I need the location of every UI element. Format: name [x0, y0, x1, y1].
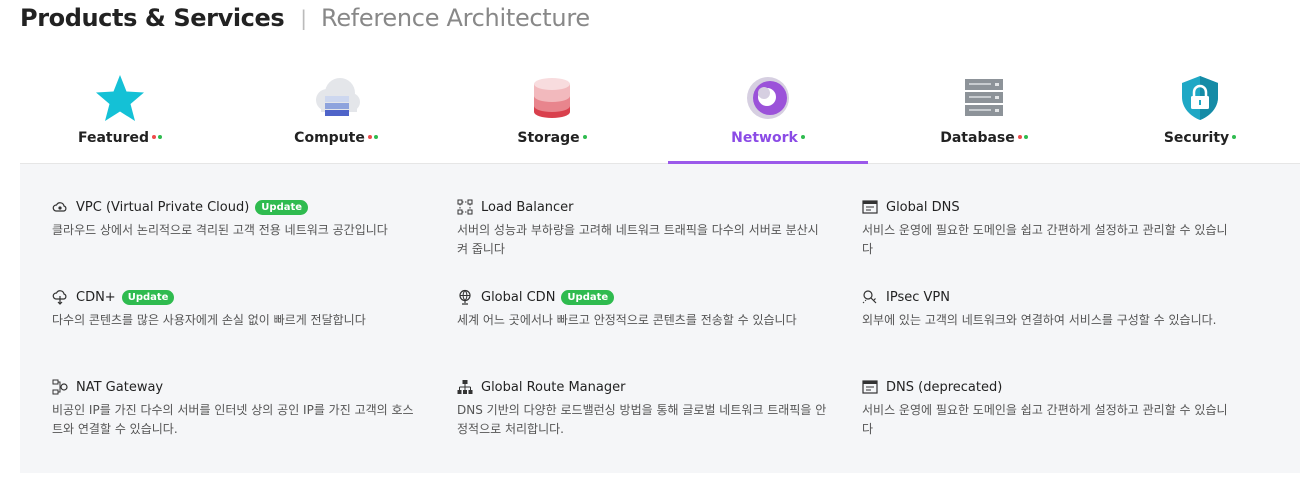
new-dot [1017, 135, 1022, 139]
product-name: Global Route Manager [481, 379, 626, 395]
product-name: DNS (deprecated) [886, 379, 1003, 395]
nat-gateway-icon [52, 379, 68, 395]
load-balancer-icon [457, 199, 473, 215]
product-global-route-manager[interactable]: Global Route Manager DNS 기반의 다양한 로드밸런싱 방… [457, 378, 862, 468]
tab-label: Compute [294, 130, 365, 146]
product-name: Global CDN [481, 289, 556, 305]
product-load-balancer[interactable]: Load Balancer 서버의 성능과 부하량을 고려해 네트워크 트래픽을… [457, 198, 862, 288]
dns-window-icon [862, 379, 878, 395]
tab-database[interactable]: Database [884, 68, 1084, 163]
title-separator: | [300, 6, 308, 30]
tab-storage[interactable]: Storage [452, 68, 652, 163]
update-badge: Update [255, 199, 309, 215]
product-description: 비공인 IP를 가진 다수의 서버를 인터넷 상의 공인 IP를 가진 고객의 … [52, 403, 414, 436]
product-description: 클라우드 상에서 논리적으로 격리된 고객 전용 네트워크 공간입니다 [52, 223, 388, 237]
update-dot [800, 135, 805, 139]
cloud-gear-icon [52, 199, 68, 215]
category-tabs: Featured Compute Storage Network Databas… [20, 68, 1300, 164]
route-tree-icon [457, 379, 473, 395]
reference-architecture-link[interactable]: Reference Architecture [321, 4, 590, 32]
tab-label: Storage [517, 130, 580, 146]
cloud-download-icon [52, 289, 68, 305]
update-dot [373, 135, 378, 139]
network-swirl-icon [740, 72, 796, 124]
new-dot [152, 135, 157, 139]
update-badge: Update [121, 289, 175, 305]
vpn-link-icon [862, 289, 878, 305]
tab-label: Database [940, 130, 1015, 146]
product-description: 서비스 운영에 필요한 도메인을 쉽고 간편하게 설정하고 관리할 수 있습니다 [862, 403, 1228, 436]
product-description: 외부에 있는 고객의 네트워크와 연결하여 서비스를 구성할 수 있습니다. [862, 313, 1217, 327]
product-description: 서버의 성능과 부하량을 고려해 네트워크 트래픽을 다수의 서버로 분산시켜 … [457, 223, 819, 256]
shield-lock-icon [1172, 72, 1228, 124]
star-icon [92, 72, 148, 124]
product-ipsec-vpn[interactable]: IPsec VPN 외부에 있는 고객의 네트워크와 연결하여 서비스를 구성할… [862, 288, 1267, 378]
dns-window-icon [862, 199, 878, 215]
tab-label: Network [731, 130, 798, 146]
cloud-server-icon [308, 72, 364, 124]
product-global-dns[interactable]: Global DNS 서비스 운영에 필요한 도메인을 쉽고 간편하게 설정하고… [862, 198, 1267, 288]
update-dot [158, 135, 163, 139]
database-rack-icon [956, 72, 1012, 124]
product-name: Global DNS [886, 199, 960, 215]
update-dot [1023, 135, 1028, 139]
product-global-cdn[interactable]: Global CDN Update 세계 어느 곳에서나 빠르고 안정적으로 콘… [457, 288, 862, 378]
product-name: VPC (Virtual Private Cloud) [76, 199, 250, 215]
new-dot [367, 135, 372, 139]
product-nat-gateway[interactable]: NAT Gateway 비공인 IP를 가진 다수의 서버를 인터넷 상의 공인… [52, 378, 457, 468]
product-description: 서비스 운영에 필요한 도메인을 쉽고 간편하게 설정하고 관리할 수 있습니다 [862, 223, 1228, 256]
update-dot [582, 135, 587, 139]
update-badge: Update [561, 289, 615, 305]
product-vpc[interactable]: VPC (Virtual Private Cloud) Update 클라우드 … [52, 198, 457, 288]
page-title: Products & Services [20, 4, 285, 32]
product-name: IPsec VPN [886, 289, 950, 305]
tab-network[interactable]: Network [668, 68, 868, 164]
tab-label: Security [1163, 130, 1230, 146]
product-description: 세계 어느 곳에서나 빠르고 안정적으로 콘텐츠를 전송할 수 있습니다 [457, 313, 797, 327]
product-name: CDN+ [76, 289, 116, 305]
tab-compute[interactable]: Compute [236, 68, 436, 163]
tab-featured[interactable]: Featured [20, 68, 220, 163]
storage-drum-icon [524, 72, 580, 124]
network-products-panel: VPC (Virtual Private Cloud) Update 클라우드 … [20, 164, 1300, 473]
update-dot [1232, 135, 1237, 139]
tab-label: Featured [77, 130, 150, 146]
product-dns-deprecated[interactable]: DNS (deprecated) 서비스 운영에 필요한 도메인을 쉽고 간편하… [862, 378, 1267, 468]
product-description: DNS 기반의 다양한 로드밸런싱 방법을 통해 글로벌 네트워크 트래픽을 안… [457, 403, 827, 436]
product-cdn-plus[interactable]: CDN+ Update 다수의 콘텐츠를 많은 사용자에게 손실 없이 빠르게 … [52, 288, 457, 378]
page-header: Products & Services | Reference Architec… [20, 0, 590, 36]
product-description: 다수의 콘텐츠를 많은 사용자에게 손실 없이 빠르게 전달합니다 [52, 313, 366, 327]
tab-security[interactable]: Security [1100, 68, 1300, 163]
globe-icon [457, 289, 473, 305]
product-name: Load Balancer [481, 199, 574, 215]
product-name: NAT Gateway [76, 379, 164, 395]
